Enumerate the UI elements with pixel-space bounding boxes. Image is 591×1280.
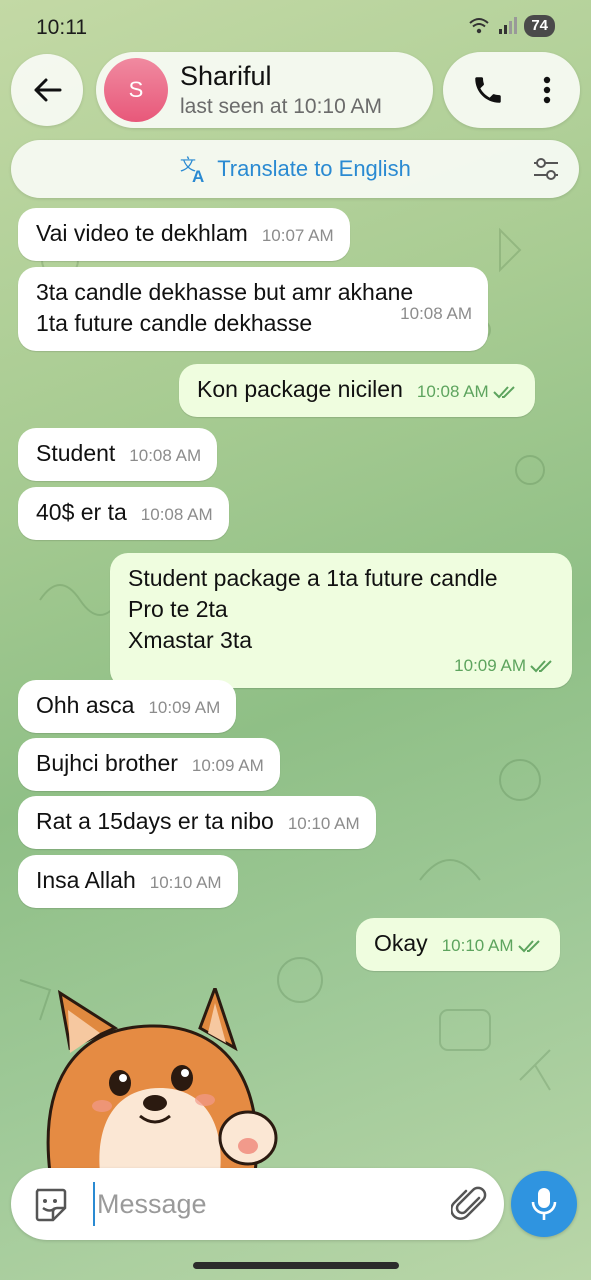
back-button[interactable] (11, 54, 83, 126)
paperclip-icon[interactable] (451, 1184, 489, 1224)
double-check-icon (530, 660, 552, 673)
message-timestamp: 10:07 AM (261, 226, 334, 245)
message-text: Okay (374, 930, 428, 956)
message-timestamp: 10:09 AM (454, 656, 526, 675)
message-timestamp: 10:09 AM (148, 698, 221, 717)
message-bubble-incoming[interactable]: 40$ er ta 10:08 AM (18, 487, 229, 540)
message-time: 10:10 AM (150, 873, 222, 893)
double-check-icon (492, 386, 515, 399)
message-timestamp: 10:08 AM (416, 382, 489, 401)
message-timestamp: 10:08 AM (140, 505, 213, 524)
message-composer (11, 1168, 504, 1240)
message-time: 10:08 AM (129, 446, 201, 466)
shiba-dog-sticker[interactable] (40, 988, 280, 1173)
message-bubble-incoming[interactable]: Ohh asca 10:09 AM (18, 680, 237, 733)
message-timestamp: 10:09 AM (191, 756, 264, 775)
message-text: 3ta candle dekhasse but amr akhane 1ta f… (36, 279, 414, 336)
more-vertical-icon[interactable] (542, 75, 552, 105)
phone-icon[interactable] (471, 73, 505, 107)
message-bubble-incoming[interactable]: Vai video te dekhlam 10:07 AM (18, 208, 350, 261)
message-bubble-incoming[interactable]: Insa Allah 10:10 AM (18, 855, 238, 908)
message-text: Rat a 15days er ta nibo (36, 808, 274, 834)
message-text: Student (36, 440, 116, 466)
avatar[interactable]: S (104, 58, 168, 122)
message-time: 10:08 AM (400, 304, 472, 324)
status-icons: 74 (468, 15, 555, 37)
sliders-icon[interactable] (531, 155, 561, 183)
double-check-icon (517, 940, 540, 953)
message-bubble-incoming[interactable]: Student 10:08 AM (18, 428, 218, 481)
svg-text:A: A (192, 167, 204, 184)
message-text: Bujhci brother (36, 750, 178, 776)
contact-status: last seen at 10:10 AM (180, 95, 382, 118)
arrow-left-icon (34, 78, 62, 102)
message-text: Vai video te dekhlam (36, 220, 248, 246)
message-bubble-outgoing[interactable]: Okay 10:10 AM (356, 918, 560, 971)
status-bar: 10:11 74 (0, 0, 591, 50)
message-bubble-outgoing[interactable]: Kon package nicilen 10:08 AM (179, 364, 535, 417)
contact-info[interactable]: S Shariful last seen at 10:10 AM (96, 52, 433, 128)
message-timestamp: 10:08 AM (400, 304, 472, 323)
message-timestamp: 10:10 AM (149, 873, 222, 892)
message-time: 10:10 AM (442, 936, 544, 956)
message-time: 10:07 AM (262, 226, 334, 246)
signal-icon (499, 17, 518, 34)
message-time: 10:09 AM (192, 756, 264, 776)
message-text: Student package a 1ta future candle Pro … (128, 565, 498, 653)
message-time: 10:10 AM (288, 814, 360, 834)
translate-label: Translate to English (217, 156, 411, 181)
message-timestamp: 10:08 AM (129, 446, 202, 465)
message-text: Insa Allah (36, 867, 136, 893)
battery-level: 74 (524, 15, 555, 37)
message-bubble-outgoing[interactable]: Student package a 1ta future candle Pro … (110, 553, 572, 688)
sticker-icon[interactable] (31, 1186, 69, 1224)
message-time: 10:08 AM (141, 505, 213, 525)
header-actions (443, 52, 580, 128)
message-bubble-incoming[interactable]: Bujhci brother 10:09 AM (18, 738, 280, 791)
message-time: 10:09 AM (148, 698, 220, 718)
translate-icon: 文 A (180, 156, 204, 184)
message-time: 10:08 AM (417, 382, 519, 402)
message-text: Ohh asca (36, 692, 135, 718)
microphone-button[interactable] (511, 1171, 577, 1237)
translate-bar[interactable]: 文 A Translate to English (11, 140, 579, 198)
message-bubble-incoming[interactable]: Rat a 15days er ta nibo 10:10 AM (18, 796, 376, 849)
message-bubble-incoming[interactable]: 3ta candle dekhasse but amr akhane 1ta f… (18, 267, 488, 351)
message-time: 10:09 AM (142, 656, 556, 676)
microphone-icon (531, 1188, 557, 1220)
message-timestamp: 10:10 AM (287, 814, 360, 833)
contact-name: Shariful (180, 61, 272, 91)
message-timestamp: 10:10 AM (441, 936, 514, 955)
status-time: 10:11 (36, 16, 87, 39)
message-input[interactable] (93, 1182, 423, 1226)
home-indicator[interactable] (193, 1262, 399, 1269)
message-text: Kon package nicilen (197, 376, 403, 402)
wifi-icon (469, 18, 489, 34)
message-text: 40$ er ta (36, 499, 127, 525)
